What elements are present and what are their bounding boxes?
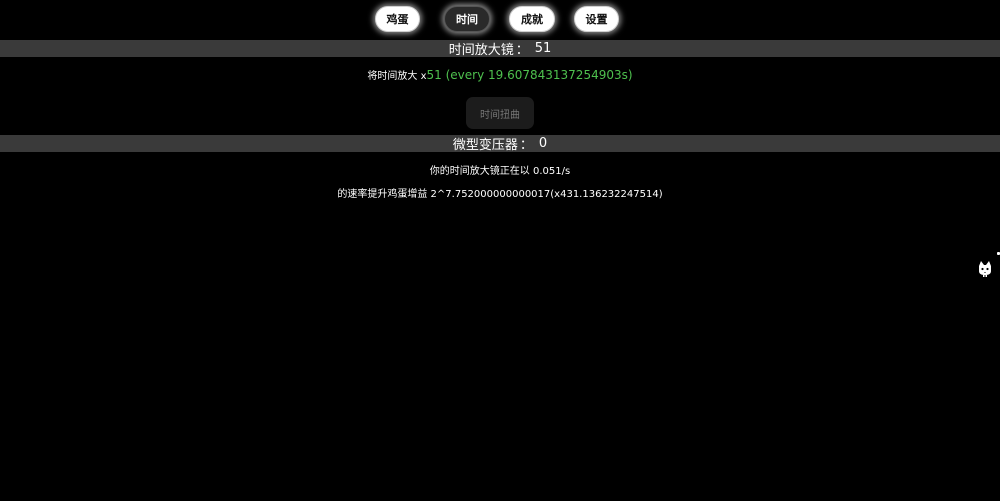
tab-egg[interactable]: 鸡蛋	[375, 6, 420, 32]
magnifier-header: 时间放大镜： 51	[0, 40, 1000, 58]
cat-icon[interactable]	[978, 261, 992, 277]
transformer-label: 微型变压器	[452, 138, 518, 153]
tab-time[interactable]: 时间	[444, 6, 490, 32]
magnifier-count: 51	[534, 41, 552, 56]
transformer-line-2: 的速率提升鸡蛋增益 2^7.752000000000017(x431.13623…	[337, 189, 663, 200]
magnifier-colon: ：	[515, 43, 529, 58]
transformer-colon: ：	[519, 138, 533, 153]
top-nav: 鸡蛋 时间 成就 设置	[0, 6, 1000, 34]
magnifier-label: 时间放大镜	[448, 43, 514, 58]
transformer-header: 微型变压器： 0	[0, 135, 1000, 153]
magnifier-description: 将时间放大 x51 (every 19.607843137254903s)	[0, 67, 1000, 82]
magnifier-desc-value: 51 (every 19.607843137254903s)	[426, 68, 633, 82]
page: 鸡蛋 时间 成就 设置 时间放大镜： 51 将时间放大 x51 (every 19…	[0, 0, 1000, 501]
magnifier-desc-prefix: 将时间放大 x	[367, 71, 427, 82]
transformer-line-1: 你的时间放大镜正在以 0.051/s	[429, 166, 571, 177]
time-warp-button[interactable]: 时间扭曲	[466, 97, 534, 129]
transformer-count: 0	[538, 136, 548, 151]
tab-achievements[interactable]: 成就	[509, 6, 555, 32]
tab-settings[interactable]: 设置	[574, 6, 619, 32]
